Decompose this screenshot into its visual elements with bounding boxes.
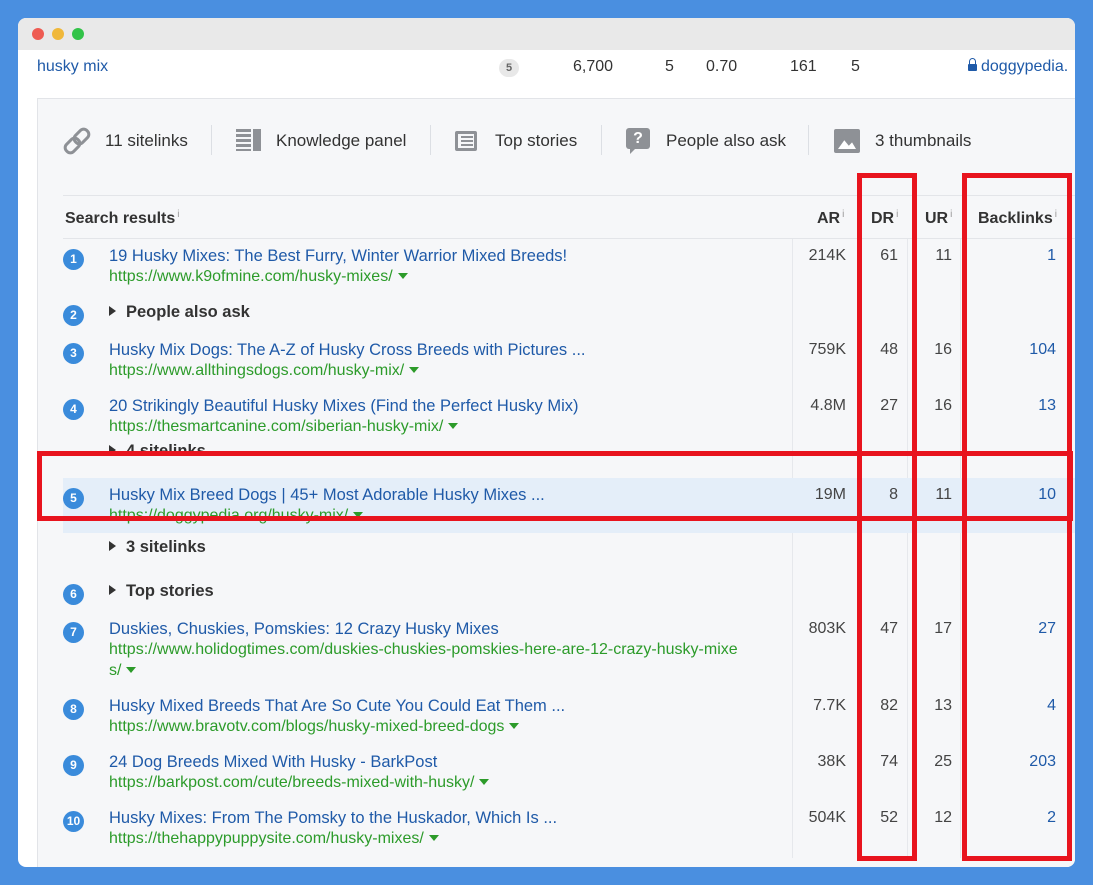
feature-sitelinks[interactable]: 11 sitelinks (63, 127, 188, 155)
keyword-link[interactable]: husky mix (37, 58, 108, 76)
result-url-link[interactable]: https://www.allthingsdogs.com/husky-mix/ (109, 362, 420, 380)
domain-link[interactable]: doggypedia. (968, 58, 1068, 76)
results-value: 5 (851, 58, 860, 75)
sitelinks-toggle[interactable]: 3 sitelinks (109, 538, 206, 557)
ur-value: 13 (934, 697, 952, 714)
feature-thumbnails[interactable]: 3 thumbnails (833, 127, 971, 155)
top-stories-toggle[interactable]: Top stories (109, 582, 214, 601)
info-icon: i (842, 209, 845, 220)
close-window-button[interactable] (32, 28, 44, 40)
ar-value: 759K (808, 341, 846, 358)
result-url-link[interactable]: https://barkpost.com/cute/breeds-mixed-w… (109, 774, 490, 792)
ar-value: 38K (817, 753, 846, 770)
lock-icon (968, 58, 977, 71)
title-bar (18, 18, 1075, 50)
dropdown-arrow-icon (126, 667, 137, 673)
result-url-link[interactable]: https://www.bravotv.com/blogs/husky-mixe… (109, 718, 520, 736)
newspaper-icon (453, 127, 481, 155)
dropdown-arrow-icon (448, 423, 459, 429)
rank-badge: 8 (63, 699, 84, 720)
result-title-link[interactable]: 20 Strikingly Beautiful Husky Mixes (Fin… (109, 397, 579, 416)
rank-badge: 6 (63, 584, 84, 605)
kd-value: 5 (665, 58, 674, 75)
row-5-highlight (37, 451, 1073, 521)
serp-features-bar: 11 sitelinks Knowledge panel Top stories… (38, 99, 1075, 177)
link-icon (63, 127, 91, 155)
rank-badge: 1 (63, 249, 84, 270)
knowledge-panel-icon (234, 127, 262, 155)
question-icon (624, 127, 652, 155)
rank-badge: 2 (63, 305, 84, 326)
result-url-link[interactable]: https://www.holidogtimes.com/duskies-chu… (109, 641, 738, 659)
image-icon (833, 127, 861, 155)
position-badge: 5 (499, 59, 519, 77)
rank-badge: 9 (63, 755, 84, 776)
result-url-link-cont[interactable]: s/ (109, 662, 137, 680)
ar-value: 504K (808, 809, 846, 826)
ur-value: 17 (934, 620, 952, 637)
feature-knowledge-panel[interactable]: Knowledge panel (234, 127, 406, 155)
rank-badge: 4 (63, 399, 84, 420)
header-ur[interactable]: UR i (925, 209, 952, 228)
rank-badge: 10 (63, 811, 84, 832)
feature-people-also-ask[interactable]: People also ask (624, 127, 786, 155)
people-also-ask-toggle[interactable]: People also ask (109, 303, 250, 322)
result-title-link[interactable]: 24 Dog Breeds Mixed With Husky - BarkPos… (109, 753, 437, 772)
dropdown-arrow-icon (479, 779, 490, 785)
result-title-link[interactable]: 19 Husky Mixes: The Best Furry, Winter W… (109, 247, 567, 266)
rank-badge: 3 (63, 343, 84, 364)
ur-value: 25 (934, 753, 952, 770)
rank-badge: 7 (63, 622, 84, 643)
result-url-link[interactable]: https://thesmartcanine.com/siberian-husk… (109, 418, 459, 436)
info-icon: i (950, 209, 953, 220)
ur-value: 11 (935, 247, 952, 264)
dropdown-arrow-icon (397, 273, 408, 279)
result-title-link[interactable]: Duskies, Chuskies, Pomskies: 12 Crazy Hu… (109, 620, 499, 639)
expand-arrow-icon (109, 541, 116, 551)
volume-value: 6,700 (573, 58, 614, 75)
result-url-link[interactable]: https://thehappypuppysite.com/husky-mixe… (109, 830, 439, 848)
dropdown-arrow-icon (409, 367, 420, 373)
result-title-link[interactable]: Husky Mixed Breeds That Are So Cute You … (109, 697, 565, 716)
expand-arrow-icon (109, 306, 116, 316)
info-icon: i (177, 209, 180, 220)
ar-value: 214K (808, 247, 846, 264)
ar-value: 803K (808, 620, 846, 637)
feature-top-stories[interactable]: Top stories (453, 127, 577, 155)
maximize-window-button[interactable] (72, 28, 84, 40)
ar-value: 4.8M (810, 397, 846, 414)
dropdown-arrow-icon (428, 835, 439, 841)
header-search-results: Search results i (65, 209, 180, 227)
expand-arrow-icon (109, 585, 116, 595)
ur-value: 16 (934, 397, 952, 414)
dropdown-arrow-icon (509, 723, 520, 729)
traffic-value: 161 (790, 58, 817, 75)
divider (63, 195, 1075, 196)
ur-value: 12 (934, 809, 952, 826)
ar-value: 7.7K (813, 697, 846, 714)
result-title-link[interactable]: Husky Mix Dogs: The A-Z of Husky Cross B… (109, 341, 586, 360)
result-url-link[interactable]: https://www.k9ofmine.com/husky-mixes/ (109, 268, 408, 286)
header-ar[interactable]: AR i (817, 209, 844, 228)
result-title-link[interactable]: Husky Mixes: From The Pomsky to the Husk… (109, 809, 557, 828)
ur-value: 16 (934, 341, 952, 358)
cpc-value: 0.70 (706, 58, 738, 75)
minimize-window-button[interactable] (52, 28, 64, 40)
keyword-row: husky mix 5 6,700 5 0.70 161 5 doggypedi… (18, 50, 1075, 84)
